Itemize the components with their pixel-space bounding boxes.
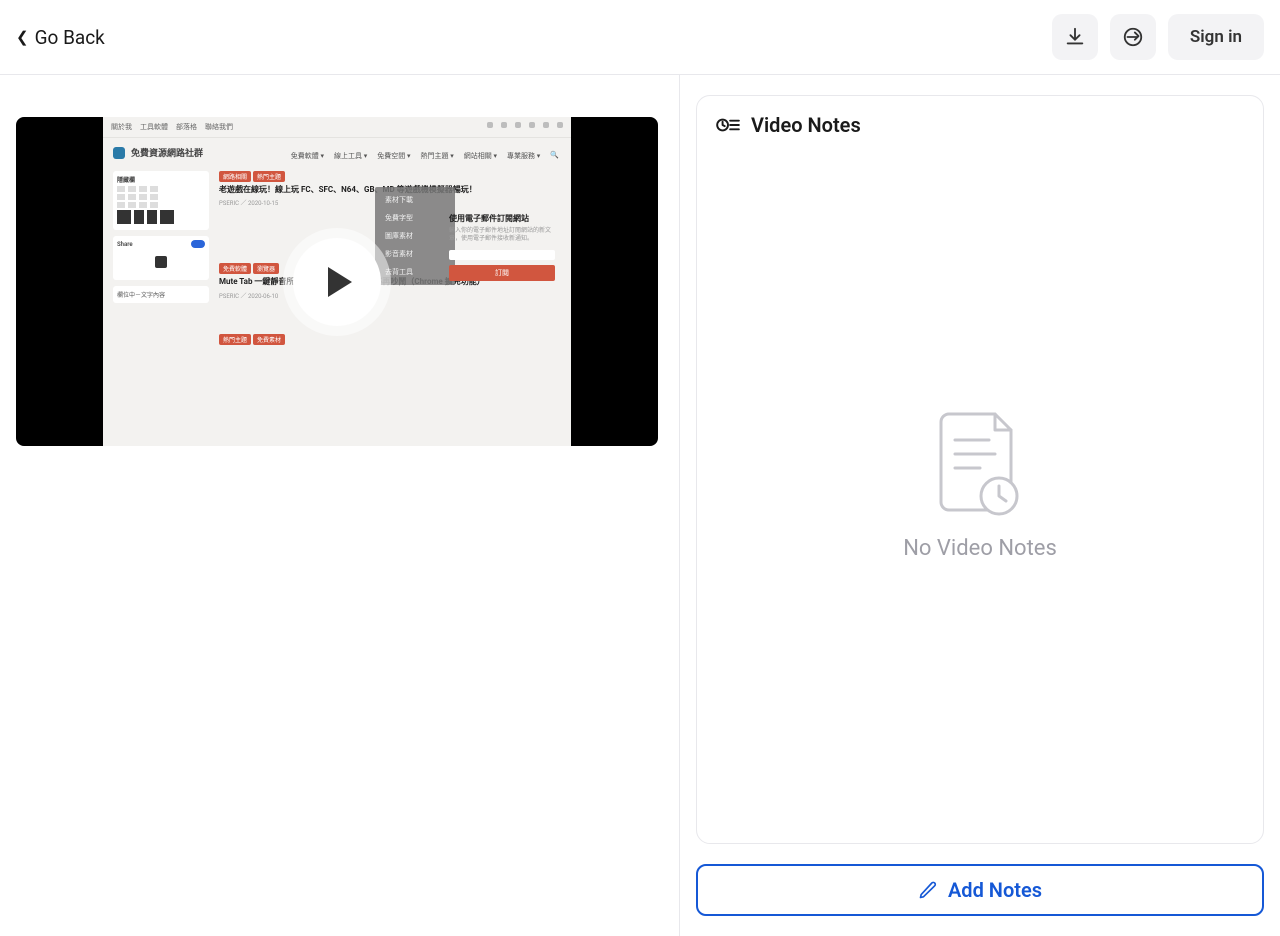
header: ❮ Go Back Sign in (0, 0, 1280, 75)
go-back-label: Go Back (35, 26, 105, 49)
video-panel: 關於我 工具軟體 部落格 聯絡我們 免費資源網路社群 免費軟體 ▾ 線上工具 ▾… (0, 75, 680, 936)
sign-in-button[interactable]: Sign in (1168, 14, 1264, 60)
notes-empty-label: No Video Notes (903, 536, 1057, 561)
share-icon (1122, 26, 1144, 48)
play-icon (328, 267, 352, 297)
download-icon (1064, 26, 1086, 48)
video-notes-header: Video Notes (715, 108, 1245, 146)
play-button[interactable] (293, 238, 381, 326)
go-back-button[interactable]: ❮ Go Back (16, 26, 105, 49)
video-notes-card: Video Notes No Video Notes (696, 95, 1264, 844)
download-button[interactable] (1052, 14, 1098, 60)
notes-empty-state: No Video Notes (715, 146, 1245, 825)
add-notes-button[interactable]: Add Notes (696, 864, 1264, 916)
share-button[interactable] (1110, 14, 1156, 60)
notes-icon (715, 112, 741, 138)
sign-in-label: Sign in (1190, 27, 1242, 47)
header-actions: Sign in (1052, 14, 1264, 60)
video-player[interactable]: 關於我 工具軟體 部落格 聯絡我們 免費資源網路社群 免費軟體 ▾ 線上工具 ▾… (16, 117, 658, 446)
notes-panel: Video Notes No Video Notes Add Notes (680, 75, 1280, 936)
video-notes-title: Video Notes (751, 113, 861, 137)
empty-notes-icon (935, 410, 1025, 518)
pencil-icon (918, 880, 938, 900)
body: 關於我 工具軟體 部落格 聯絡我們 免費資源網路社群 免費軟體 ▾ 線上工具 ▾… (0, 75, 1280, 936)
add-notes-label: Add Notes (948, 878, 1042, 902)
chevron-left-icon: ❮ (16, 28, 29, 46)
